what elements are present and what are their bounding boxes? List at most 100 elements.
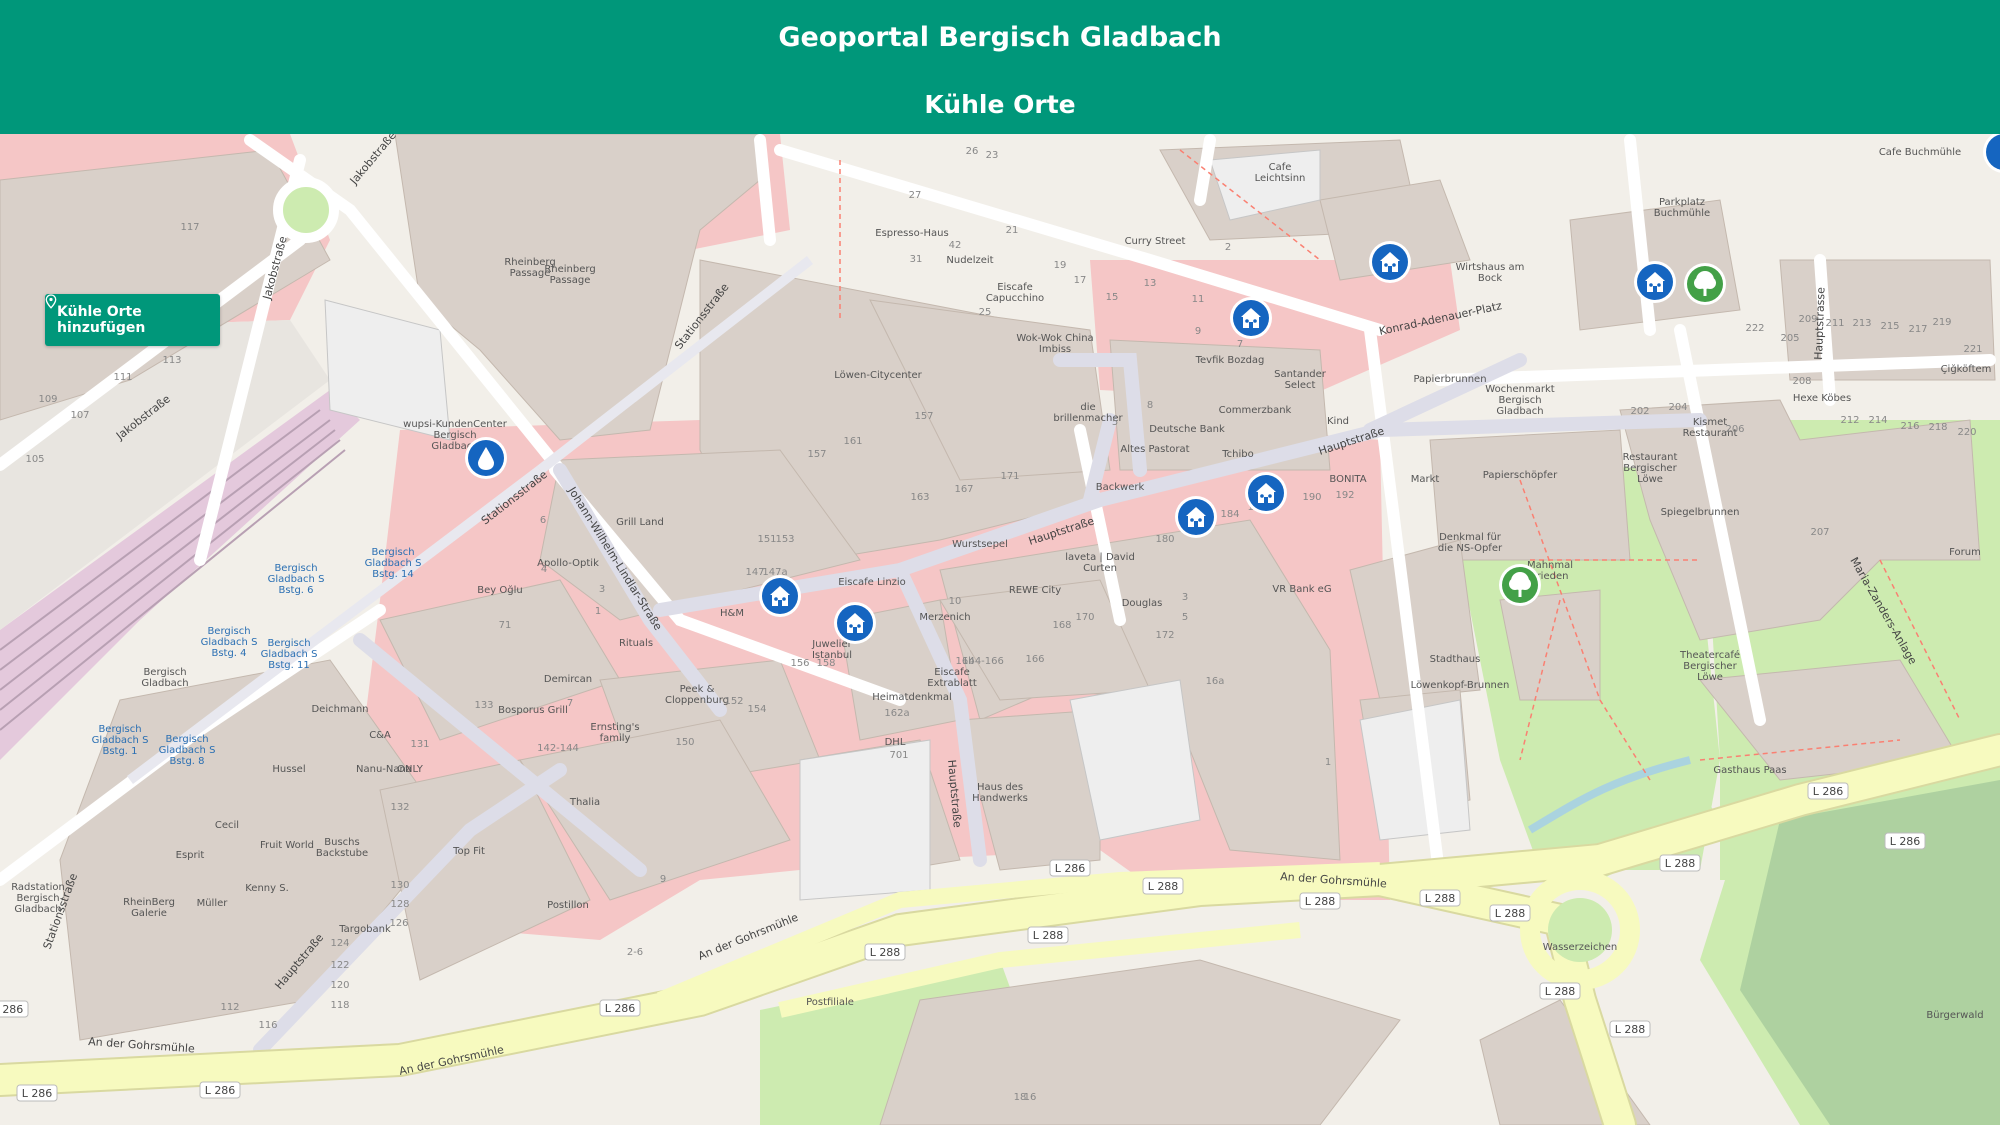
house-number: 4	[541, 564, 547, 575]
tree-marker-icon[interactable]	[1684, 263, 1726, 305]
house-number: 162a	[884, 708, 909, 719]
road-ref-badge: L 288	[1299, 892, 1341, 910]
place-label: Espresso-Haus	[875, 228, 948, 239]
road-ref-badge: L 288	[1489, 904, 1531, 922]
road-ref-badge: L 288	[1419, 889, 1461, 907]
place-label: Nudelzeit	[946, 255, 993, 266]
road-ref-text: L 288	[1545, 985, 1576, 998]
house-number: 23	[986, 150, 999, 161]
place-label: Denkmal für die NS-Opfer	[1438, 532, 1503, 554]
house-number: 7	[1237, 339, 1243, 350]
water-drop-marker-icon[interactable]	[465, 437, 507, 479]
house-number: 122	[330, 960, 349, 971]
house-number: 13	[1144, 278, 1157, 289]
place-label: Esprit	[176, 850, 205, 861]
map-pin-icon	[45, 294, 57, 309]
house-number: 218	[1928, 422, 1947, 433]
road-ref-badge: L 286	[0, 1000, 29, 1018]
house-number: 21	[1006, 225, 1019, 236]
house-number: 180	[1155, 534, 1174, 545]
place-label: Rheinberg Passage	[544, 264, 595, 286]
house-number: 128	[390, 899, 409, 910]
place-label: Eiscafe Linzio	[838, 577, 906, 588]
tree-marker-icon[interactable]	[1499, 564, 1541, 606]
place-label: Top Fit	[452, 846, 485, 857]
place-label: Müller	[197, 898, 229, 909]
place-label: Hexe Köbes	[1793, 393, 1851, 404]
place-label: Parkplatz Buchmühle	[1654, 197, 1710, 219]
building-marker-icon[interactable]	[1369, 241, 1411, 283]
house-number: 117	[180, 222, 199, 233]
place-label: Kind	[1327, 416, 1349, 427]
place-label: Heimatdenkmal	[872, 692, 952, 703]
road-ref-text: L 286	[1813, 785, 1844, 798]
house-number: 107	[70, 410, 89, 421]
house-number: 9	[660, 874, 666, 885]
house-number: 166	[1025, 654, 1044, 665]
house-number: 3	[599, 584, 605, 595]
house-number: 131	[410, 739, 429, 750]
house-number: 11	[1192, 294, 1205, 305]
place-label: REWE City	[1009, 585, 1061, 596]
road-ref-text: L 288	[1615, 1023, 1646, 1036]
stop-label: Bergisch Gladbach S Bstg. 14	[365, 547, 422, 580]
house-number: 152	[724, 696, 743, 707]
house-number: 120	[330, 980, 349, 991]
add-cool-place-label: Kühle Orte hinzufügen	[57, 304, 146, 336]
building-marker-icon[interactable]	[1634, 261, 1676, 303]
place-label: Cafe Buchmühle	[1879, 147, 1961, 158]
house-number: 204	[1668, 402, 1687, 413]
building-marker-icon[interactable]	[1230, 297, 1272, 339]
house-number: 2	[1225, 242, 1231, 253]
building-marker-icon[interactable]	[759, 575, 801, 617]
house-number: 168	[1052, 620, 1071, 631]
house-number: 158	[816, 658, 835, 669]
add-cool-place-button[interactable]: Kühle Orte hinzufügen	[45, 294, 220, 346]
building-marker-icon[interactable]	[834, 602, 876, 644]
house-number: 17	[1074, 275, 1087, 286]
house-number: 109	[38, 394, 57, 405]
place-label: Deutsche Bank	[1149, 424, 1225, 435]
house-number: 6	[540, 515, 546, 526]
road-ref-text: L 286	[205, 1084, 236, 1097]
place-label: Grill Land	[616, 517, 664, 528]
house-number: 157	[914, 411, 933, 422]
house-number: 26	[966, 146, 979, 157]
road-ref-text: L 286	[22, 1087, 53, 1100]
house-number: 217	[1908, 324, 1927, 335]
road-ref-badge: L 286	[1049, 859, 1091, 877]
road-ref-text: L 288	[1665, 857, 1696, 870]
place-label: ONLY	[397, 764, 424, 775]
road-ref-badge: L 288	[1142, 877, 1184, 895]
building-marker-icon[interactable]	[1245, 472, 1287, 514]
house-number: 219	[1932, 317, 1951, 328]
place-label: Haus des Handwerks	[972, 782, 1028, 804]
house-number: 184	[1220, 509, 1239, 520]
house-number: 161	[843, 436, 862, 447]
house-number: 1	[595, 606, 601, 617]
place-label: Papierschöpfer	[1483, 470, 1558, 481]
house-number: 132	[390, 802, 409, 813]
place-label: Papierbrunnen	[1413, 374, 1486, 385]
map-canvas[interactable]: Jakobstraße Jakobstraße Jakobstraße Stat…	[0, 134, 2000, 1125]
road-ref-text: L 288	[1495, 907, 1526, 920]
house-number: 208	[1792, 376, 1811, 387]
map-view[interactable]: Jakobstraße Jakobstraße Jakobstraße Stat…	[0, 134, 2000, 1125]
house-number: 113	[162, 355, 181, 366]
building-marker-icon[interactable]	[1175, 496, 1217, 538]
house-number: 156	[790, 658, 809, 669]
house-number: 16a	[1206, 676, 1225, 687]
road-ref-badge: L 286	[16, 1084, 58, 1102]
road-ref-text: L 286	[1890, 835, 1921, 848]
place-label: Douglas	[1122, 598, 1163, 609]
place-label: Markt	[1411, 474, 1440, 485]
house-number: 130	[390, 880, 409, 891]
place-label: Curry Street	[1125, 236, 1186, 247]
place-label: Demircan	[544, 674, 592, 685]
house-number: 211	[1825, 318, 1844, 329]
road-ref-text: L 288	[870, 946, 901, 959]
house-number: 124	[330, 938, 349, 949]
place-label: DHL	[885, 737, 906, 748]
roundabout-small	[273, 177, 339, 243]
road-ref-text: L 288	[1305, 895, 1336, 908]
